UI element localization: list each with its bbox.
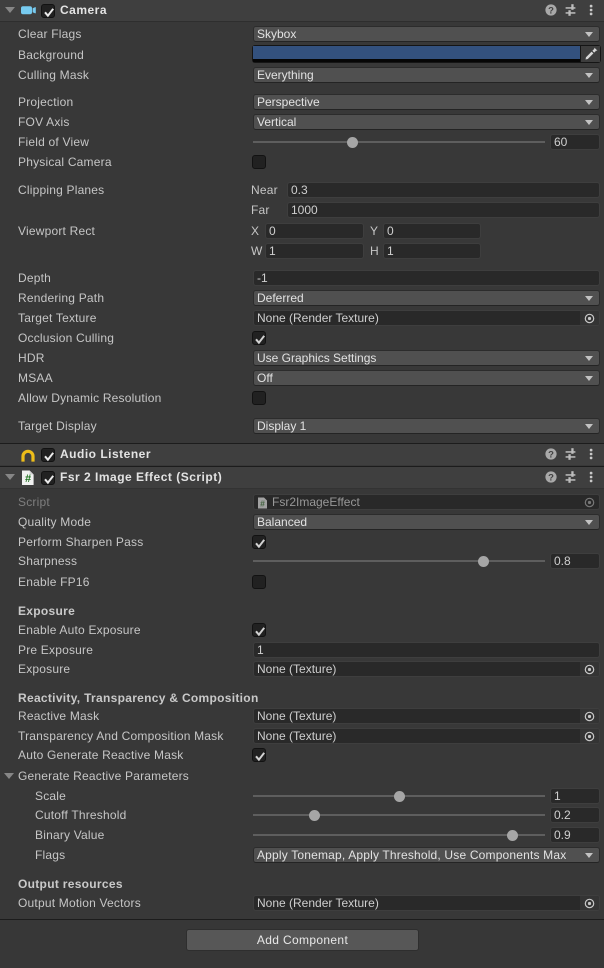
svg-text:#: # <box>260 499 265 509</box>
svg-text:#: # <box>25 473 31 485</box>
svg-text:?: ? <box>548 5 554 16</box>
svg-text:?: ? <box>548 472 554 483</box>
svg-text:?: ? <box>548 449 554 460</box>
